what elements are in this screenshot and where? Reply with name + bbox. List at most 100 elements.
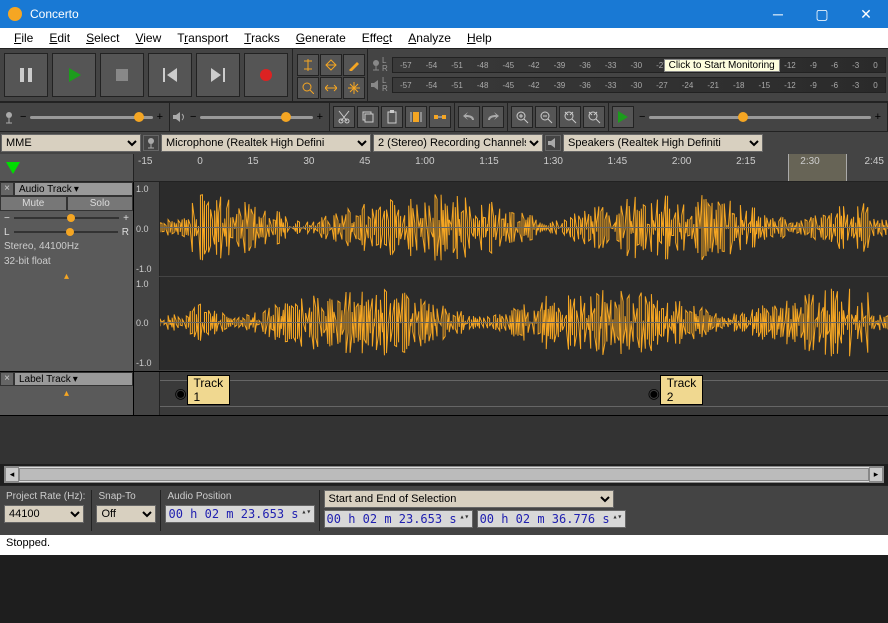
mic-icon [143, 135, 159, 151]
waveform-view[interactable]: 1.00.0-1.0 1.00.0-1.0 [134, 182, 888, 371]
collapse-button[interactable]: ▴ [0, 269, 133, 284]
record-gain-slider[interactable] [30, 116, 152, 119]
play-channel-label: LR [382, 77, 392, 93]
menu-view[interactable]: View [127, 29, 169, 47]
timeline-left-cell [0, 154, 134, 181]
menu-effect[interactable]: Effect [354, 29, 400, 47]
track-name-dropdown[interactable]: Audio Track ▾ [14, 182, 133, 196]
menu-generate[interactable]: Generate [288, 29, 354, 47]
selection-format-select[interactable]: Start and End of Selection [324, 490, 614, 508]
scrollbar-thumb[interactable] [19, 468, 869, 481]
title-bar: Concerto ─ ▢ ✕ [0, 0, 888, 28]
scroll-right-button[interactable]: ▸ [869, 467, 883, 482]
fit-selection-button[interactable] [559, 106, 581, 128]
waveform-channel-right [160, 277, 888, 368]
solo-button[interactable]: Solo [67, 196, 134, 211]
zoom-group [508, 103, 609, 131]
output-device-select[interactable]: Speakers (Realtek High Definiti [563, 134, 763, 152]
menu-select[interactable]: Select [78, 29, 127, 47]
input-channels-select[interactable]: 2 (Stereo) Recording Channels [373, 134, 543, 152]
label-lane[interactable]: ◉Track 1◉Track 2 [134, 372, 888, 415]
spinner-icon[interactable]: ▴▾ [302, 509, 312, 519]
device-toolbar: MME Microphone (Realtek High Defini 2 (S… [0, 132, 888, 154]
zoom-out-button[interactable] [535, 106, 557, 128]
undo-button[interactable] [458, 106, 480, 128]
track-name-dropdown[interactable]: Label Track ▾ [14, 372, 133, 386]
app-icon [8, 7, 22, 21]
label-text[interactable]: Track 1 [187, 375, 231, 405]
label-track: × Label Track ▾ ▴ ◉Track 1◉Track 2 [0, 372, 888, 416]
label-marker[interactable]: ◉Track 1 [175, 385, 187, 402]
audio-position-field[interactable]: 00 h 02 m 23.653 s▴▾ [165, 505, 314, 523]
zoom-tool[interactable] [297, 77, 319, 99]
skip-start-button[interactable] [148, 53, 192, 97]
meter-area: LR -57-54-51-48-45-42-39-36-33-30-27-24-… [368, 49, 888, 101]
copy-button[interactable] [357, 106, 379, 128]
cut-button[interactable] [333, 106, 355, 128]
timeshift-tool[interactable] [320, 77, 342, 99]
input-device-select[interactable]: Microphone (Realtek High Defini [161, 134, 371, 152]
playback-gain-slider[interactable] [200, 116, 312, 119]
paste-button[interactable] [381, 106, 403, 128]
menu-analyze[interactable]: Analyze [400, 29, 459, 47]
menu-help[interactable]: Help [459, 29, 500, 47]
pan-slider[interactable] [14, 231, 118, 233]
selection-tool[interactable] [297, 54, 319, 76]
project-rate-select[interactable]: 44100 [4, 505, 84, 523]
spinner-icon[interactable]: ▴▾ [460, 514, 470, 524]
waveform-channel-left [160, 182, 888, 273]
monitor-tooltip: Click to Start Monitoring [664, 59, 780, 72]
gain-slider[interactable] [14, 217, 119, 219]
close-track-button[interactable]: × [0, 182, 14, 196]
audio-position-label: Audio Position [165, 490, 314, 503]
label-flag-icon: ◉ [175, 385, 187, 401]
close-track-button[interactable]: × [0, 372, 14, 386]
scroll-left-button[interactable]: ◂ [5, 467, 19, 482]
record-meter[interactable]: -57-54-51-48-45-42-39-36-33-30-27-24-21-… [392, 57, 886, 73]
collapse-button[interactable]: ▴ [0, 386, 133, 401]
label-flag-icon: ◉ [648, 385, 660, 401]
spinner-icon[interactable]: ▴▾ [613, 514, 623, 524]
timeline-ruler-row: -1501530451:001:151:301:452:002:152:302:… [0, 154, 888, 182]
mute-button[interactable]: Mute [0, 196, 67, 211]
audio-host-select[interactable]: MME [1, 134, 141, 152]
track-format-label: Stereo, 44100Hz [0, 239, 133, 254]
play-speed-slider[interactable] [649, 116, 870, 119]
label-marker[interactable]: ◉Track 2 [648, 385, 660, 402]
maximize-button[interactable]: ▢ [800, 0, 844, 28]
track-bitdepth-label: 32-bit float [0, 254, 133, 269]
close-button[interactable]: ✕ [844, 0, 888, 28]
selection-end-field[interactable]: 00 h 02 m 36.776 s▴▾ [477, 510, 626, 528]
selection-start-field[interactable]: 00 h 02 m 23.653 s▴▾ [324, 510, 473, 528]
draw-tool[interactable] [343, 54, 365, 76]
fit-project-button[interactable] [583, 106, 605, 128]
pause-button[interactable] [4, 53, 48, 97]
playhead-icon[interactable] [6, 162, 20, 174]
status-bar: Stopped. [0, 535, 888, 555]
label-text[interactable]: Track 2 [660, 375, 704, 405]
trim-button[interactable] [405, 106, 427, 128]
playback-meter[interactable]: -57-54-51-48-45-42-39-36-33-30-27-24-21-… [392, 77, 886, 93]
envelope-tool[interactable] [320, 54, 342, 76]
silence-button[interactable] [429, 106, 451, 128]
skip-end-button[interactable] [196, 53, 240, 97]
track-area: × Audio Track ▾ Mute Solo −+ LR Stereo, … [0, 182, 888, 416]
menu-edit[interactable]: Edit [41, 29, 78, 47]
snap-to-select[interactable]: Off [96, 505, 156, 523]
play-at-speed-button[interactable] [612, 106, 634, 128]
zoom-in-button[interactable] [511, 106, 533, 128]
minimize-button[interactable]: ─ [756, 0, 800, 28]
menu-transport[interactable]: Transport [169, 29, 236, 47]
redo-button[interactable] [482, 106, 504, 128]
chevron-down-icon: ▾ [73, 374, 78, 385]
record-button[interactable] [244, 53, 288, 97]
play-button[interactable] [52, 53, 96, 97]
transport-group [0, 49, 293, 101]
stop-button[interactable] [100, 53, 144, 97]
multi-tool[interactable] [343, 77, 365, 99]
timeline-ruler[interactable]: -1501530451:001:151:301:452:002:152:302:… [134, 154, 888, 181]
main-toolbar: LR -57-54-51-48-45-42-39-36-33-30-27-24-… [0, 48, 888, 102]
menu-file[interactable]: File [6, 29, 41, 47]
menu-tracks[interactable]: Tracks [236, 29, 288, 47]
horizontal-scrollbar[interactable]: ◂ ▸ [4, 466, 884, 483]
